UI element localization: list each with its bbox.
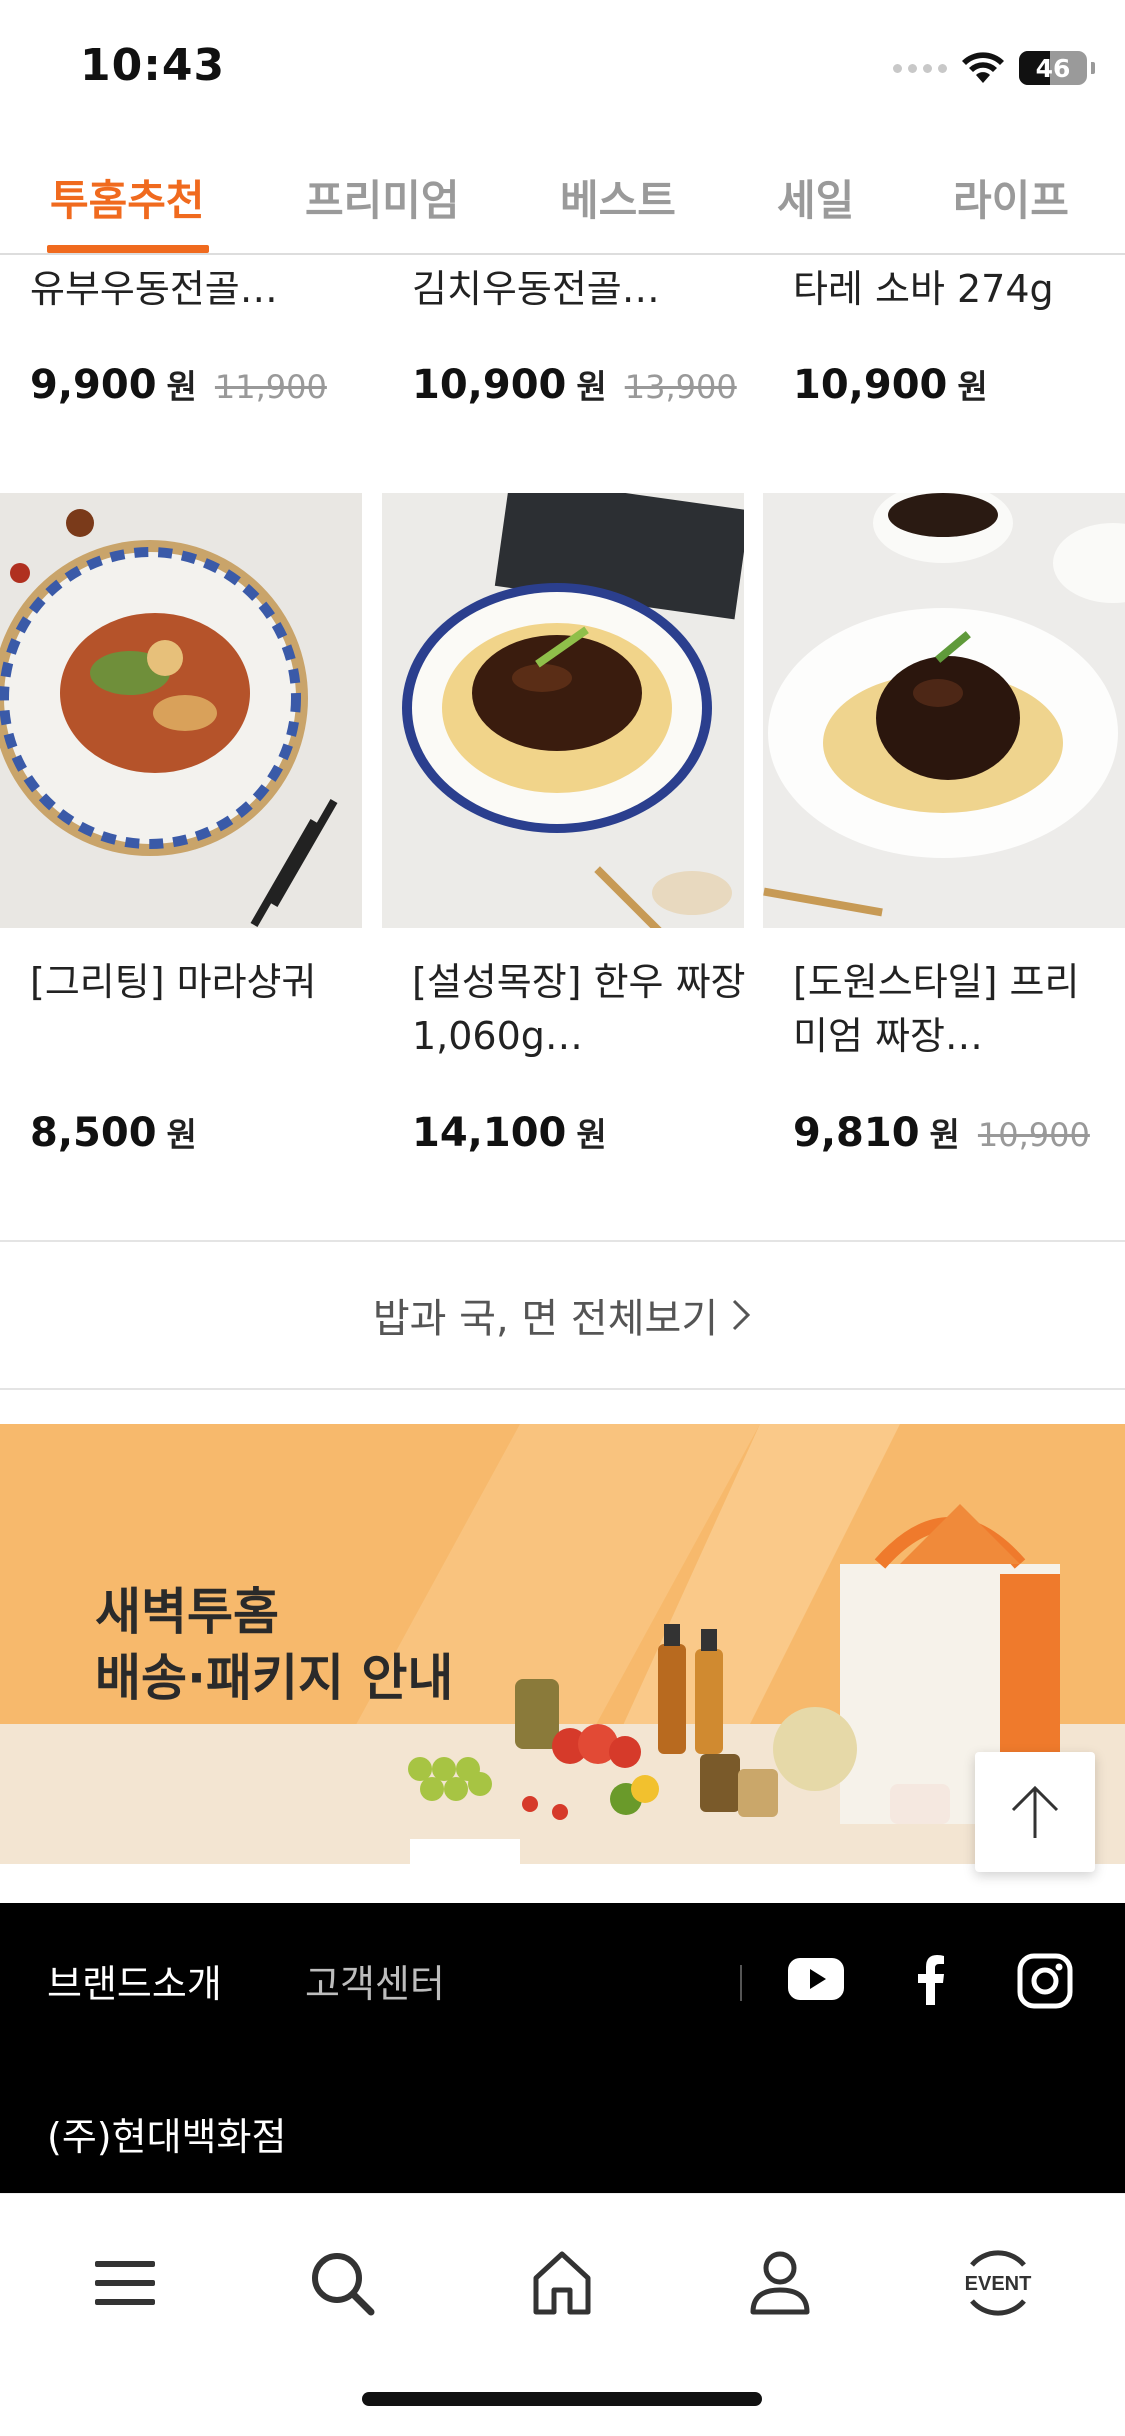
home-button[interactable] [517, 2238, 607, 2328]
menu-button[interactable] [80, 2238, 170, 2328]
price-value: 8,500 [30, 1110, 157, 1156]
home-icon [533, 2251, 591, 2315]
price-value: 14,100 [412, 1110, 567, 1156]
product-price: 8,500 원 [30, 1108, 197, 1156]
status-icons: 46 [893, 46, 1095, 90]
delivery-banner[interactable]: 새벽투홈 배송·패키지 안내 [0, 1424, 1125, 1864]
view-all-link[interactable]: 밥과 국, 면 전체보기 [0, 1243, 1125, 1387]
status-time: 10:43 [80, 40, 226, 91]
tab-recommend[interactable]: 투홈추천 [50, 167, 205, 228]
product-name[interactable]: 유부우동전골… [30, 262, 390, 316]
price-currency: 원 [957, 367, 988, 406]
tab-sale[interactable]: 세일 [777, 167, 854, 228]
price-currency: 원 [166, 367, 197, 406]
chevron-right-icon [733, 1299, 751, 1331]
tab-best[interactable]: 베스트 [560, 167, 676, 228]
facebook-icon[interactable] [913, 1955, 947, 2005]
category-tabs: 투홈추천 프리미엄 베스트 세일 라이프 [0, 155, 1125, 255]
banner-title-line2: 배송·패키지 안내 [95, 1649, 454, 1707]
product-image-jjajang-hanwoo[interactable] [382, 493, 744, 928]
original-price: 10,900 [977, 1116, 1090, 1154]
footer: 브랜드소개 고객센터 (주)현대백화점 [0, 1903, 1125, 2193]
instagram-icon[interactable] [1017, 1953, 1073, 2009]
product-name[interactable]: [그리팅] 마라샹궈 [30, 955, 390, 1009]
tab-active-indicator [47, 245, 209, 253]
footer-separator [740, 1965, 742, 2001]
footer-customer-center-link[interactable]: 고객센터 [305, 1953, 445, 2008]
price-value: 9,900 [30, 362, 157, 408]
battery-level: 46 [1035, 53, 1071, 83]
product-image-jjajang-premium[interactable] [763, 493, 1125, 928]
banner-title-line1: 새벽투홈 [95, 1583, 279, 1641]
product-name[interactable]: 김치우동전골… [412, 262, 772, 316]
status-bar: 10:43 46 [0, 0, 1125, 135]
footer-company-name: (주)현대백화점 [47, 2115, 287, 2159]
home-indicator [362, 2392, 762, 2406]
battery-icon: 46 [1019, 51, 1087, 85]
divider [0, 1388, 1125, 1390]
scroll-top-button[interactable] [975, 1752, 1095, 1872]
wifi-icon [962, 52, 1004, 83]
price-value: 9,810 [793, 1110, 920, 1156]
product-price: 9,900 원 11,900 [30, 360, 327, 408]
tab-premium[interactable]: 프리미엄 [305, 167, 460, 228]
price-value: 10,900 [793, 362, 948, 408]
price-currency: 원 [576, 1115, 607, 1154]
footer-brand-link[interactable]: 브랜드소개 [47, 1953, 222, 2008]
price-currency: 원 [576, 367, 607, 406]
event-button[interactable]: EVENT [953, 2238, 1043, 2328]
price-currency: 원 [166, 1115, 197, 1154]
event-label: EVENT [965, 2273, 1032, 2295]
product-price: 10,900 원 [793, 360, 988, 408]
original-price: 11,900 [214, 368, 327, 406]
arrow-up-icon [1011, 1785, 1059, 1838]
price-currency: 원 [929, 1115, 960, 1154]
divider [0, 1240, 1125, 1242]
product-name[interactable]: [도원스타일] 프리미엄 짜장… [793, 955, 1093, 1063]
youtube-icon[interactable] [788, 1958, 844, 2000]
menu-icon [95, 2261, 155, 2305]
user-icon [750, 2251, 810, 2315]
price-value: 10,900 [412, 362, 567, 408]
search-button[interactable] [297, 2238, 387, 2328]
my-page-button[interactable] [735, 2238, 825, 2328]
product-image-mala[interactable] [0, 493, 362, 928]
signal-icon [893, 63, 947, 73]
tab-life[interactable]: 라이프 [953, 167, 1069, 228]
product-name[interactable]: 타레 소바 274g [793, 262, 1125, 316]
view-all-label: 밥과 국, 면 전체보기 [372, 1296, 719, 1342]
original-price: 13,900 [624, 368, 737, 406]
product-price: 14,100 원 [412, 1108, 607, 1156]
search-icon [312, 2253, 375, 2316]
product-price: 9,810 원 10,900 [793, 1108, 1090, 1156]
event-icon: EVENT [965, 2250, 1032, 2316]
product-price: 10,900 원 13,900 [412, 360, 737, 408]
product-name[interactable]: [설성목장] 한우 짜장 1,060g… [412, 955, 752, 1063]
